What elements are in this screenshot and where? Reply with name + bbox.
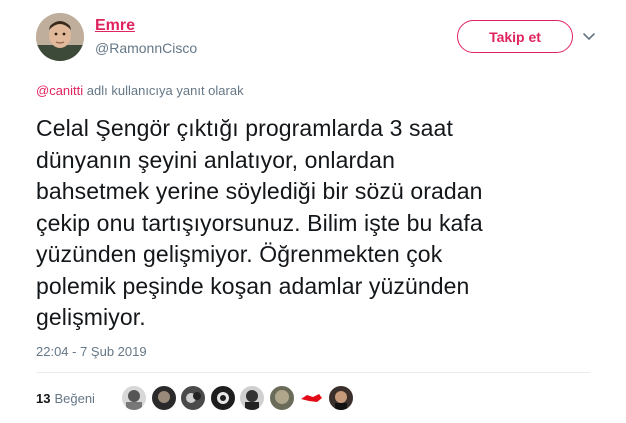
liker-avatar[interactable]	[209, 385, 236, 411]
tweet-header: Emre @RamonnCisco Takip et	[36, 13, 611, 65]
reply-context-text: adlı kullanıcıya yanıt olarak	[83, 83, 244, 98]
liker-avatar[interactable]	[150, 385, 177, 411]
user-names: Emre @RamonnCisco	[95, 16, 197, 58]
liker-avatar[interactable]	[239, 385, 265, 411]
likes-number: 13	[36, 391, 51, 406]
liker-avatar[interactable]	[121, 385, 147, 411]
likes-label: Beğeni	[54, 391, 95, 406]
tweet-text: Celal Şengör çıktığı programlarda 3 saat…	[36, 115, 483, 330]
liker-avatar[interactable]	[298, 385, 324, 411]
liker-avatar[interactable]	[268, 385, 295, 411]
reply-mention[interactable]: @canitti	[36, 83, 83, 98]
avatar[interactable]	[36, 13, 84, 61]
divider	[36, 372, 590, 373]
liker-avatar[interactable]	[327, 385, 354, 411]
liker-avatar[interactable]	[180, 385, 206, 411]
reply-context: @canitti adlı kullanıcıya yanıt olarak	[36, 83, 244, 98]
display-name[interactable]: Emre	[95, 16, 197, 36]
follow-button[interactable]: Takip et	[457, 20, 573, 53]
chevron-down-icon[interactable]	[582, 29, 596, 43]
user-handle[interactable]: @RamonnCisco	[95, 38, 197, 58]
tweet-timestamp[interactable]: 22:04 - 7 Şub 2019	[36, 344, 147, 359]
likes-count[interactable]: 13 Beğeni	[36, 391, 95, 406]
liker-avatars	[121, 385, 357, 413]
